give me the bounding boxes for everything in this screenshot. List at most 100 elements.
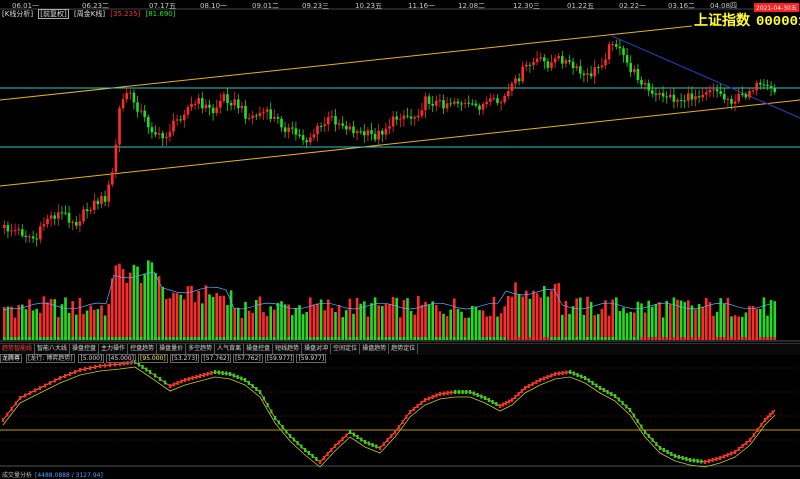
signal-marker bbox=[417, 337, 420, 340]
chart-canvas[interactable] bbox=[0, 0, 800, 478]
volume-bar bbox=[467, 317, 470, 340]
signal-marker bbox=[694, 337, 697, 340]
candle-body bbox=[147, 116, 150, 128]
candle-body bbox=[283, 127, 287, 132]
indicator-tab[interactable]: 操盘控盘 bbox=[244, 344, 274, 354]
volume-bar bbox=[669, 304, 672, 340]
indicator-tab[interactable]: 控盘趋势 bbox=[128, 344, 158, 354]
signal-marker bbox=[460, 337, 463, 340]
volume-bar bbox=[406, 298, 409, 340]
candle-body bbox=[193, 103, 197, 105]
oscillator-marker bbox=[114, 362, 117, 367]
volume-bar bbox=[568, 313, 571, 340]
candle-body bbox=[532, 62, 535, 66]
indicator-tab[interactable]: 趋势智能线 bbox=[0, 344, 36, 354]
oscillator-marker bbox=[164, 380, 167, 385]
signal-marker bbox=[31, 337, 35, 340]
volume-bar bbox=[543, 286, 546, 340]
oscillator-marker bbox=[367, 441, 370, 446]
volume-bar bbox=[629, 311, 632, 340]
oscillator-marker bbox=[274, 416, 277, 420]
oscillator-marker bbox=[584, 376, 587, 380]
candle-body bbox=[395, 116, 398, 120]
indicator-tab[interactable]: 空间定位 bbox=[331, 344, 361, 354]
candle-body bbox=[327, 117, 330, 125]
oscillator-marker bbox=[420, 401, 423, 405]
oscillator-marker bbox=[707, 459, 710, 463]
volume-bar bbox=[697, 304, 701, 340]
kline-analysis-tab[interactable]: [K线分析] bbox=[2, 10, 33, 18]
volume-bar bbox=[715, 311, 719, 340]
volume-bar bbox=[730, 316, 733, 340]
period-tab[interactable]: [周金K线] bbox=[74, 10, 105, 18]
signal-marker bbox=[532, 337, 535, 340]
candle-body bbox=[121, 99, 125, 109]
oscillator-marker bbox=[595, 383, 598, 388]
indicator-tab[interactable]: 智能八大线 bbox=[35, 344, 71, 354]
oscillator-marker bbox=[734, 450, 737, 454]
candle-body bbox=[247, 118, 251, 120]
signal-marker bbox=[564, 337, 568, 340]
candle-body bbox=[78, 221, 82, 226]
signal-marker bbox=[651, 337, 654, 340]
signal-marker bbox=[424, 337, 427, 340]
indicator-tab[interactable]: 操盘控盘 bbox=[70, 344, 100, 354]
candle-body bbox=[705, 92, 708, 95]
volume-bar bbox=[118, 263, 121, 340]
candle-body bbox=[85, 209, 89, 212]
signal-marker bbox=[769, 337, 773, 340]
oscillator-marker bbox=[199, 374, 202, 378]
indicator-tab[interactable]: 人气背离 bbox=[215, 344, 245, 354]
oscillator-marker bbox=[240, 376, 243, 381]
candle-body bbox=[287, 127, 290, 132]
oscillator-marker bbox=[711, 458, 714, 462]
oscillator-marker bbox=[756, 428, 759, 432]
candle-body bbox=[179, 119, 182, 121]
volume-bar bbox=[413, 314, 416, 340]
indicator-tab[interactable]: 趋势定位 bbox=[389, 344, 419, 354]
oscillator-marker bbox=[345, 433, 348, 438]
volume-bar bbox=[10, 306, 13, 340]
volume-bar bbox=[463, 317, 467, 340]
candle-body bbox=[712, 89, 715, 91]
candle-body bbox=[60, 212, 64, 214]
signal-marker bbox=[352, 337, 355, 340]
candle-body bbox=[604, 59, 607, 66]
adjust-mode-tab[interactable]: [前复权] bbox=[38, 9, 69, 19]
oscillator-marker bbox=[662, 448, 665, 452]
candle-body bbox=[391, 116, 395, 127]
oscillator-marker bbox=[341, 437, 344, 441]
oscillator-marker bbox=[84, 367, 87, 371]
signal-marker bbox=[697, 337, 701, 340]
signal-marker bbox=[766, 337, 769, 340]
volume-bar bbox=[49, 298, 53, 340]
index-code: 000001 bbox=[756, 14, 800, 30]
candle-body bbox=[294, 128, 298, 135]
indicator-name[interactable]: 龙腾尊 bbox=[0, 354, 23, 363]
indicator-tab[interactable]: 主力操作 bbox=[99, 344, 129, 354]
indicator-tab[interactable]: 操盘对冲 bbox=[302, 344, 332, 354]
signal-marker bbox=[449, 337, 452, 340]
indicator-tab[interactable]: 短线趋势 bbox=[273, 344, 303, 354]
signal-marker bbox=[690, 337, 694, 340]
oscillator-marker bbox=[304, 448, 307, 452]
candle-body bbox=[564, 60, 568, 64]
date-tick-label: 11.16一 bbox=[408, 2, 436, 10]
indicator-params[interactable]: [龙行: 博弈趋势] bbox=[25, 354, 75, 363]
candle-body bbox=[28, 236, 31, 238]
candle-body bbox=[575, 66, 578, 69]
volume-bar bbox=[222, 295, 226, 340]
signal-marker bbox=[150, 337, 154, 340]
index-title: 上证指数 000001 bbox=[694, 10, 800, 30]
volume-bar bbox=[611, 299, 614, 340]
oscillator-marker bbox=[517, 392, 520, 396]
indicator-tab[interactable]: 操盘量价 bbox=[157, 344, 187, 354]
indicator-tab[interactable]: 多空趋势 bbox=[186, 344, 216, 354]
indicator-tab[interactable]: 操盘趋势 bbox=[360, 344, 390, 354]
candle-body bbox=[71, 221, 74, 223]
chart-toolbar: [K线分析] [前复权] [周金K线] [35.235] [81.690] bbox=[2, 9, 178, 19]
volume-bar bbox=[186, 286, 190, 340]
volume-bar bbox=[237, 307, 240, 340]
candle-body bbox=[186, 107, 190, 115]
volume-bar bbox=[175, 293, 179, 340]
